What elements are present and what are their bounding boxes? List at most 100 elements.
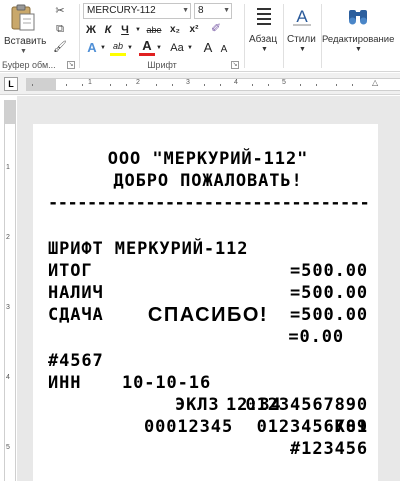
divider <box>79 4 80 68</box>
ruler-tick <box>32 84 33 86</box>
subscript-button[interactable]: x₂ <box>167 22 183 38</box>
receipt-thanks: СПАСИБО! <box>147 304 269 326</box>
chevron-down-icon: ▼ <box>182 7 189 14</box>
paragraph-group[interactable]: Абзац ▼ <box>246 0 282 72</box>
tab-selector[interactable]: L <box>4 77 18 91</box>
clipboard-launcher-icon[interactable]: ↘ <box>67 61 75 69</box>
chevron-down-icon: ▼ <box>355 46 362 53</box>
ruler-number: 2 <box>136 79 140 86</box>
ruler-tick <box>336 84 337 86</box>
receipt-kpk-number: #123456 <box>290 439 368 459</box>
ruler-bar: L 1 2 3 4 5 △ <box>0 73 400 95</box>
paste-dropdown-icon[interactable]: ▼ <box>20 48 27 55</box>
styles-label: Стили <box>287 34 316 45</box>
paragraph-label: Абзац <box>249 34 278 45</box>
highlight-icon[interactable]: ab <box>110 40 126 56</box>
ruler-number: 5 <box>6 444 10 451</box>
font-launcher-icon[interactable]: ↘ <box>231 61 239 69</box>
ruler-tick <box>172 84 173 86</box>
strikethrough-button[interactable]: abe <box>144 22 164 38</box>
ruler-tick <box>252 84 253 86</box>
clipboard-group: Вставить ▼ ✂ ⧉ 🖌 Буфер обм... ↘ <box>0 0 78 72</box>
ruler-tick <box>110 84 111 86</box>
chevron-down-icon[interactable]: ▼ <box>186 40 194 56</box>
svg-text:A: A <box>296 7 308 26</box>
shrink-font-button[interactable]: A <box>219 42 229 58</box>
receipt-header-welcome: ДОБРО ПОЖАЛОВАТЬ! <box>113 171 303 191</box>
ruler-number: 3 <box>186 79 190 86</box>
chevron-down-icon[interactable]: ▼ <box>134 22 142 38</box>
receipt-separator: ------------------------------------ <box>48 193 368 213</box>
receipt-info-row: #4567 10-10-16 12:34 К01 <box>48 328 368 437</box>
divider <box>244 4 245 68</box>
chevron-down-icon[interactable]: ▼ <box>155 40 163 56</box>
paragraph-icon <box>257 8 271 25</box>
superscript-button[interactable]: x² <box>186 22 202 38</box>
chevron-down-icon: ▼ <box>261 46 268 53</box>
font-size-select[interactable]: 8 ▼ <box>194 3 232 19</box>
underline-button[interactable]: Ч <box>118 22 132 38</box>
receipt-inn-row: ИНН 01234567890 <box>48 350 368 415</box>
clear-formatting-icon[interactable]: ✐ <box>209 20 223 38</box>
document-page[interactable]: ООО "МЕРКУРИЙ-112" ДОБРО ПОЖАЛОВАТЬ! ---… <box>33 124 378 481</box>
receipt-doc-row: 00012345 #123456 <box>48 394 368 459</box>
ruler-tick <box>268 84 269 86</box>
italic-button[interactable]: К <box>101 22 115 38</box>
ruler-number: 4 <box>6 374 10 381</box>
vertical-ruler[interactable]: 1 2 3 4 5 <box>4 100 16 481</box>
editing-group[interactable]: Редактирование ▼ <box>322 0 400 72</box>
receipt-header-company: ООО "МЕРКУРИЙ-112" <box>107 149 309 169</box>
ruler-number: 1 <box>6 164 10 171</box>
font-group-label: Шрифт <box>147 60 177 70</box>
ruler-tick <box>204 84 205 86</box>
receipt-row: ШРИФТ МЕРКУРИЙ-112 =500.00 <box>48 216 368 281</box>
chevron-down-icon: ▼ <box>299 46 306 53</box>
receipt-eklz-value: 0123456789 <box>256 417 368 437</box>
ruler-number: 4 <box>234 79 238 86</box>
receipt-doc-number: 00012345 <box>144 417 234 437</box>
styles-group[interactable]: A Стили ▼ <box>285 0 321 72</box>
font-group: MERCURY-112 ▼ 8 ▼ Ж К Ч ▼ abe x₂ x² ✐ A … <box>81 0 243 72</box>
ribbon: Вставить ▼ ✂ ⧉ 🖌 Буфер обм... ↘ MERCURY-… <box>0 0 400 72</box>
ruler-tick <box>82 84 83 86</box>
font-name-value: MERCURY-112 <box>87 5 156 16</box>
cut-icon[interactable]: ✂ <box>53 4 67 18</box>
chevron-down-icon[interactable]: ▼ <box>126 40 134 56</box>
receipt-row: НАЛИЧ =500.00 <box>48 260 368 325</box>
ruler-number: 1 <box>88 79 92 86</box>
ruler-margin <box>26 79 56 90</box>
bold-button[interactable]: Ж <box>84 22 98 38</box>
chevron-down-icon: ▼ <box>223 7 230 14</box>
paste-button-label[interactable]: Вставить <box>4 36 46 47</box>
grow-font-button[interactable]: A <box>202 40 214 56</box>
receipt-eklz-row: ЭКЛЗ 0123456789 <box>48 372 368 437</box>
font-color-icon[interactable]: A <box>139 39 155 56</box>
copy-icon[interactable]: ⧉ <box>53 22 67 36</box>
ruler-number: 5 <box>282 79 286 86</box>
receipt-row: ИТОГ =500.00 <box>48 238 368 303</box>
font-name-select[interactable]: MERCURY-112 ▼ <box>83 3 191 19</box>
chevron-down-icon[interactable]: ▼ <box>99 40 107 56</box>
ruler-tick <box>300 84 301 86</box>
ruler-tick <box>352 84 353 86</box>
ruler-tick <box>156 84 157 86</box>
right-indent-marker[interactable]: △ <box>372 78 378 87</box>
text-effects-icon[interactable]: A <box>84 40 100 56</box>
receipt-row: СДАЧА =0.00 <box>48 282 368 347</box>
horizontal-ruler[interactable]: 1 2 3 4 5 △ <box>26 78 400 91</box>
ruler-tick <box>126 84 127 86</box>
ruler-number: 3 <box>6 304 10 311</box>
ruler-tick <box>316 84 317 86</box>
editing-label: Редактирование <box>322 34 395 45</box>
binoculars-icon <box>349 10 367 25</box>
paste-icon[interactable] <box>10 4 36 32</box>
font-size-value: 8 <box>198 5 204 16</box>
ruler-number: 2 <box>6 234 10 241</box>
ruler-margin <box>5 100 15 124</box>
styles-icon: A <box>293 7 311 26</box>
ruler-tick <box>220 84 221 86</box>
change-case-button[interactable]: Aa <box>168 40 186 56</box>
format-painter-icon[interactable]: 🖌 <box>53 40 67 54</box>
divider <box>283 4 284 68</box>
ruler-tick <box>66 84 67 86</box>
